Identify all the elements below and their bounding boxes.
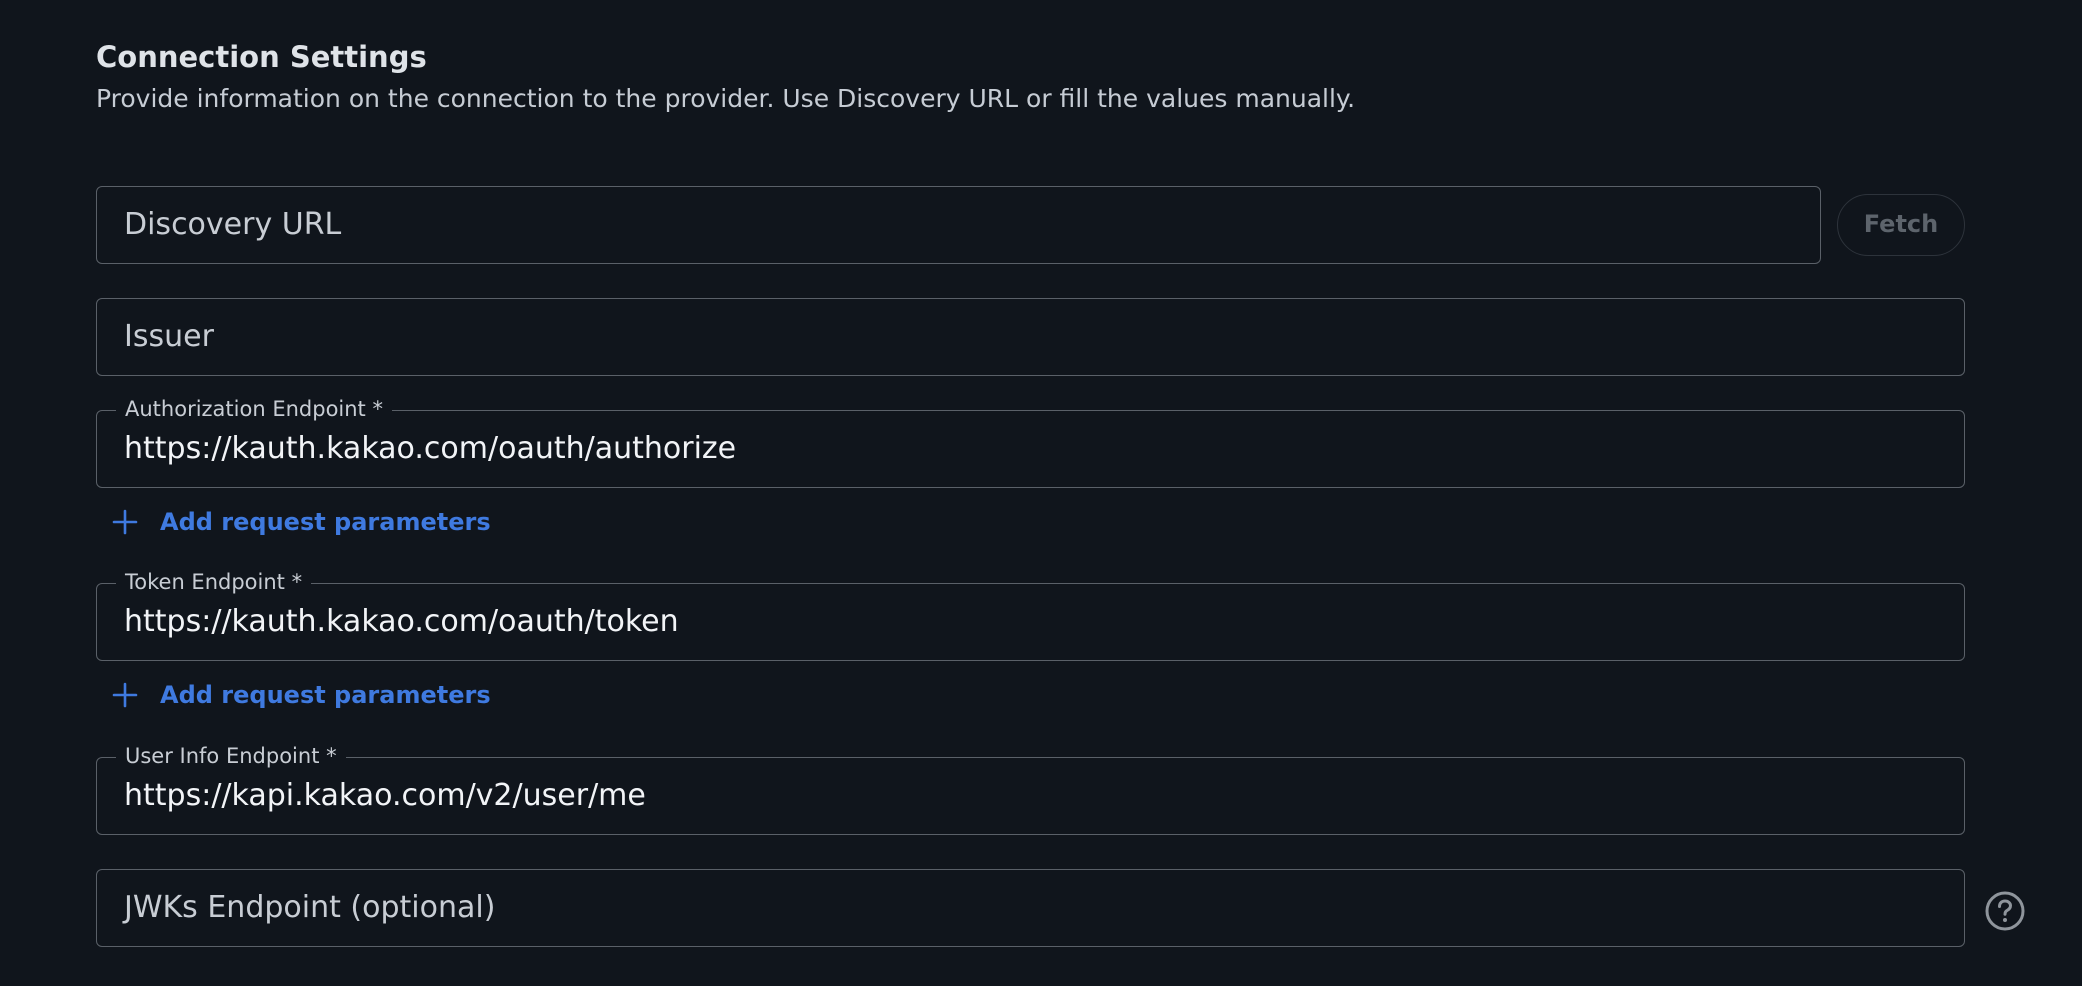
- issuer-field[interactable]: Issuer: [96, 298, 1965, 376]
- plus-icon: [112, 509, 138, 535]
- authorization-add-params-label: Add request parameters: [160, 508, 491, 536]
- token-add-params-label: Add request parameters: [160, 681, 491, 709]
- help-circle-icon[interactable]: [1984, 890, 2026, 932]
- section-description: Provide information on the connection to…: [96, 84, 1356, 113]
- discovery-url-field[interactable]: Discovery URL: [96, 186, 1821, 264]
- section-title: Connection Settings: [96, 40, 427, 74]
- authorization-endpoint-field[interactable]: Authorization Endpoint * https://kauth.k…: [96, 397, 1965, 488]
- jwks-endpoint-field[interactable]: JWKs Endpoint (optional): [96, 869, 1965, 947]
- userinfo-endpoint-value: https://kapi.kakao.com/v2/user/me: [124, 778, 646, 813]
- plus-icon: [112, 682, 138, 708]
- issuer-placeholder: Issuer: [124, 319, 214, 354]
- token-endpoint-value: https://kauth.kakao.com/oauth/token: [124, 604, 679, 639]
- jwks-endpoint-placeholder: JWKs Endpoint (optional): [124, 890, 496, 925]
- token-endpoint-field[interactable]: Token Endpoint * https://kauth.kakao.com…: [96, 570, 1965, 661]
- userinfo-endpoint-field[interactable]: User Info Endpoint * https://kapi.kakao.…: [96, 744, 1965, 835]
- authorization-endpoint-value: https://kauth.kakao.com/oauth/authorize: [124, 431, 737, 466]
- fetch-button[interactable]: Fetch: [1837, 194, 1965, 256]
- token-add-params-button[interactable]: Add request parameters: [112, 675, 491, 715]
- authorization-add-params-button[interactable]: Add request parameters: [112, 502, 491, 542]
- discovery-url-placeholder: Discovery URL: [124, 207, 342, 242]
